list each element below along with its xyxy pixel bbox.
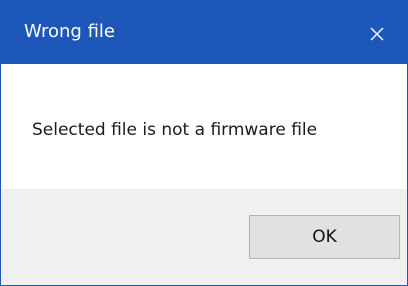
dialog-title: Wrong file bbox=[24, 21, 115, 42]
close-icon bbox=[370, 27, 384, 41]
close-button[interactable] bbox=[355, 14, 399, 54]
dialog-message: Selected file is not a firmware file bbox=[32, 120, 318, 140]
dialog-footer: OK bbox=[1, 189, 407, 285]
ok-button[interactable]: OK bbox=[249, 215, 400, 259]
title-bar: Wrong file bbox=[1, 1, 407, 64]
dialog-content: Selected file is not a firmware file bbox=[1, 64, 407, 189]
wrong-file-dialog: Wrong file Selected file is not a firmwa… bbox=[0, 0, 408, 286]
